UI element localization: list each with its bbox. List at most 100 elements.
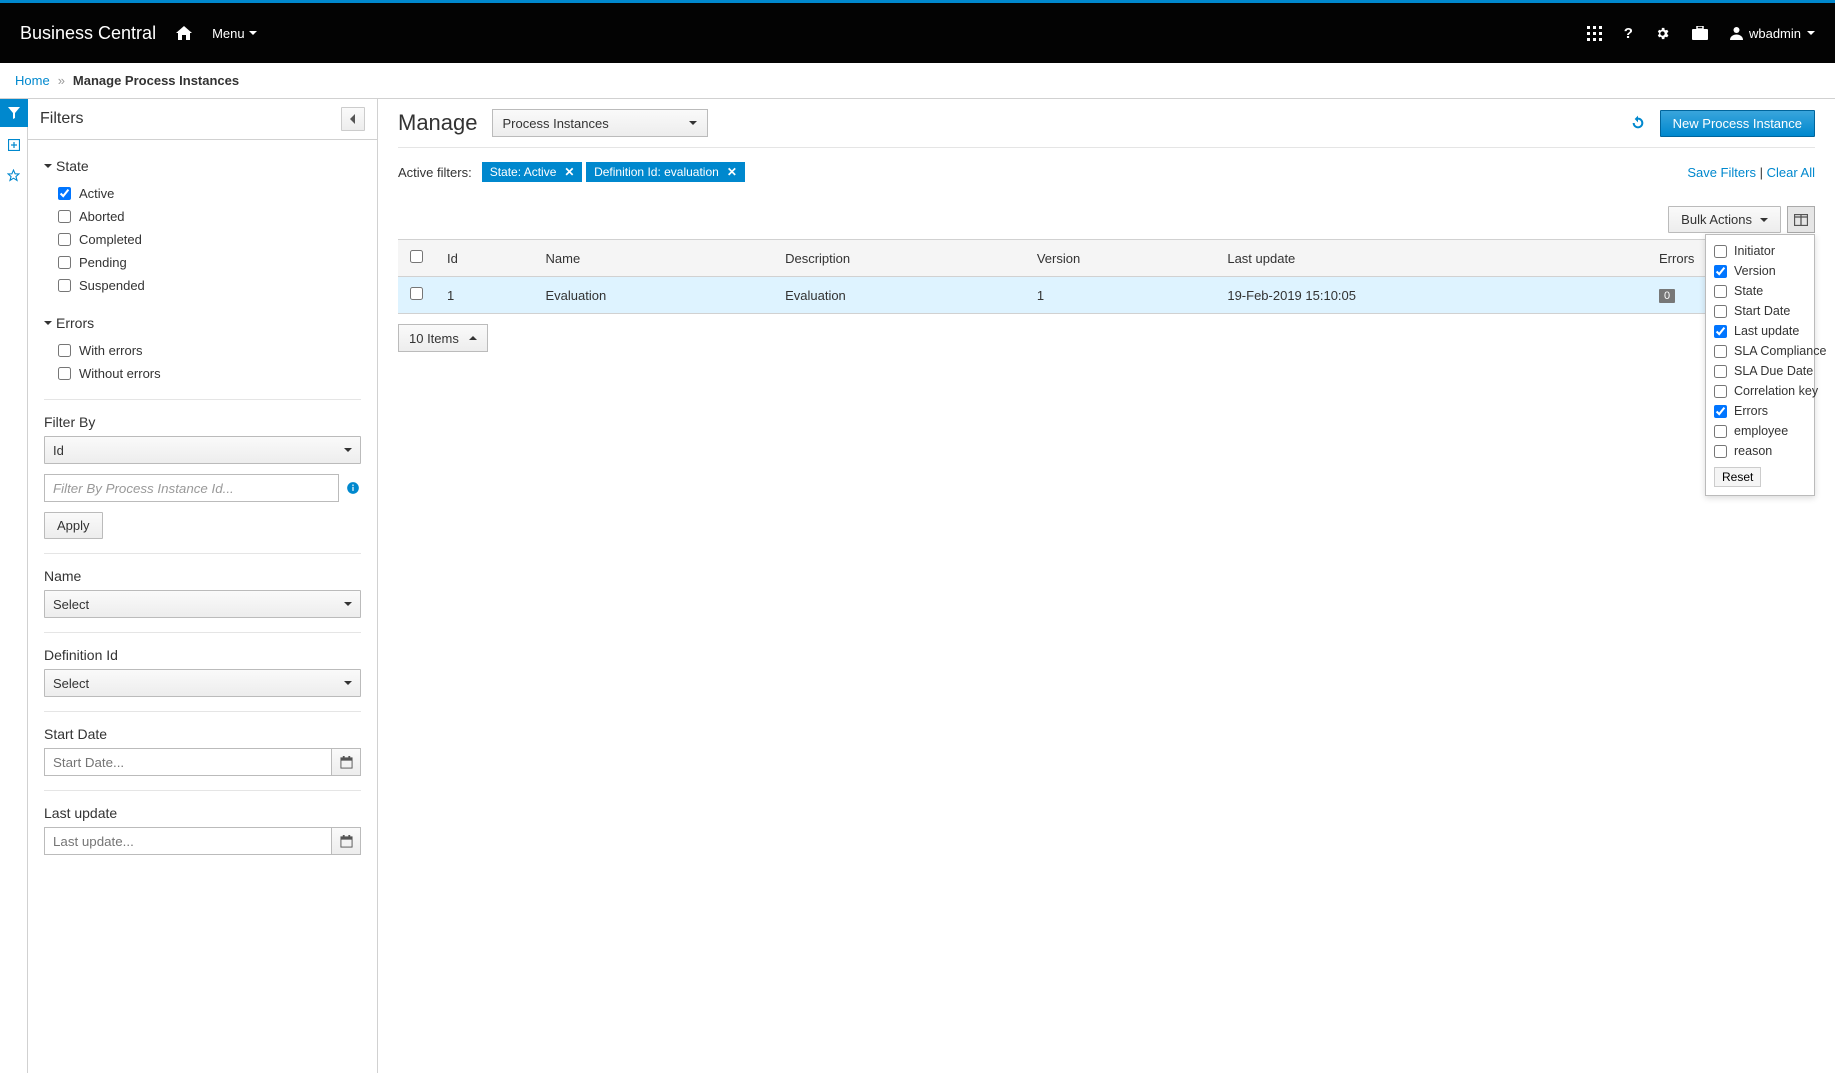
rail-star-icon[interactable] bbox=[0, 161, 28, 189]
last-update-input[interactable] bbox=[44, 827, 331, 855]
definition-section-label: Definition Id bbox=[44, 647, 361, 663]
name-select[interactable]: Select bbox=[44, 590, 361, 618]
page-title: Manage bbox=[398, 110, 478, 136]
briefcase-icon[interactable] bbox=[1692, 26, 1708, 40]
close-icon[interactable]: ✕ bbox=[564, 165, 574, 179]
save-filters-link[interactable]: Save Filters bbox=[1687, 165, 1756, 180]
apps-icon[interactable] bbox=[1587, 26, 1602, 41]
column-option-checkbox[interactable] bbox=[1714, 245, 1727, 258]
row-checkbox[interactable] bbox=[410, 287, 423, 300]
column-option-sla-due-date[interactable]: SLA Due Date bbox=[1714, 361, 1806, 381]
rail-filter-icon[interactable] bbox=[0, 99, 28, 127]
collapse-filters-button[interactable] bbox=[341, 107, 365, 131]
table-row[interactable]: 1EvaluationEvaluation119-Feb-2019 15:10:… bbox=[398, 277, 1815, 314]
column-option-checkbox[interactable] bbox=[1714, 425, 1727, 438]
column-chooser-button[interactable] bbox=[1787, 206, 1815, 233]
chevron-down-icon bbox=[344, 602, 352, 606]
column-option-checkbox[interactable] bbox=[1714, 405, 1727, 418]
breadcrumb-home[interactable]: Home bbox=[15, 73, 50, 88]
errors-option-without-errors-checkbox[interactable] bbox=[58, 367, 71, 380]
column-option-checkbox[interactable] bbox=[1714, 305, 1727, 318]
column-option-correlation-key[interactable]: Correlation key bbox=[1714, 381, 1806, 401]
state-option-active[interactable]: Active bbox=[44, 182, 361, 205]
column-option-start-date[interactable]: Start Date bbox=[1714, 301, 1806, 321]
errors-badge: 0 bbox=[1659, 289, 1675, 303]
column-option-errors[interactable]: Errors bbox=[1714, 401, 1806, 421]
column-option-checkbox[interactable] bbox=[1714, 345, 1727, 358]
state-option-pending[interactable]: Pending bbox=[44, 251, 361, 274]
column-option-label: State bbox=[1734, 284, 1763, 298]
column-option-checkbox[interactable] bbox=[1714, 385, 1727, 398]
reset-columns-button[interactable]: Reset bbox=[1714, 467, 1761, 487]
gear-icon[interactable] bbox=[1655, 26, 1670, 41]
page-size-dropdown[interactable]: 10 Items bbox=[398, 324, 488, 352]
calendar-icon[interactable] bbox=[331, 748, 361, 776]
state-option-suspended-label: Suspended bbox=[79, 278, 145, 293]
content-area: Manage Process Instances New Process Ins… bbox=[378, 99, 1835, 1073]
state-group-header[interactable]: State bbox=[44, 158, 361, 174]
column-option-checkbox[interactable] bbox=[1714, 445, 1727, 458]
user-icon bbox=[1730, 26, 1743, 40]
state-option-active-checkbox[interactable] bbox=[58, 187, 71, 200]
clear-all-link[interactable]: Clear All bbox=[1767, 165, 1815, 180]
column-option-reason[interactable]: reason bbox=[1714, 441, 1806, 461]
errors-option-with-errors-checkbox[interactable] bbox=[58, 344, 71, 357]
col-header-version[interactable]: Version bbox=[1025, 240, 1216, 277]
state-option-aborted-checkbox[interactable] bbox=[58, 210, 71, 223]
start-date-input[interactable] bbox=[44, 748, 331, 776]
state-option-suspended-checkbox[interactable] bbox=[58, 279, 71, 292]
col-header-last-update[interactable]: Last update bbox=[1215, 240, 1647, 277]
definition-select[interactable]: Select bbox=[44, 669, 361, 697]
cell-name: Evaluation bbox=[534, 277, 774, 314]
calendar-icon[interactable] bbox=[331, 827, 361, 855]
chevron-up-icon bbox=[469, 336, 477, 340]
rail-plus-icon[interactable] bbox=[0, 131, 28, 159]
column-option-label: employee bbox=[1734, 424, 1788, 438]
column-option-employee[interactable]: employee bbox=[1714, 421, 1806, 441]
state-label: State bbox=[56, 158, 89, 174]
cell-last_update: 19-Feb-2019 15:10:05 bbox=[1215, 277, 1647, 314]
chevron-left-icon bbox=[349, 114, 357, 124]
column-option-checkbox[interactable] bbox=[1714, 285, 1727, 298]
refresh-icon[interactable] bbox=[1630, 115, 1646, 131]
manage-type-value: Process Instances bbox=[503, 116, 609, 131]
col-header-name[interactable]: Name bbox=[534, 240, 774, 277]
state-option-suspended[interactable]: Suspended bbox=[44, 274, 361, 297]
help-icon[interactable]: ? bbox=[1624, 25, 1633, 42]
errors-group-header[interactable]: Errors bbox=[44, 315, 361, 331]
state-option-completed[interactable]: Completed bbox=[44, 228, 361, 251]
state-option-aborted[interactable]: Aborted bbox=[44, 205, 361, 228]
column-option-version[interactable]: Version bbox=[1714, 261, 1806, 281]
home-icon[interactable] bbox=[176, 26, 192, 40]
column-option-initiator[interactable]: Initiator bbox=[1714, 241, 1806, 261]
col-header-id[interactable]: Id bbox=[435, 240, 534, 277]
apply-button[interactable]: Apply bbox=[44, 512, 103, 539]
new-process-instance-button[interactable]: New Process Instance bbox=[1660, 110, 1815, 137]
errors-option-with-errors[interactable]: With errors bbox=[44, 339, 361, 362]
bulk-actions-dropdown[interactable]: Bulk Actions bbox=[1668, 206, 1781, 233]
chip-text: Definition Id: evaluation bbox=[594, 165, 719, 179]
state-option-completed-checkbox[interactable] bbox=[58, 233, 71, 246]
close-icon[interactable]: ✕ bbox=[727, 165, 737, 179]
column-option-checkbox[interactable] bbox=[1714, 365, 1727, 378]
column-option-state[interactable]: State bbox=[1714, 281, 1806, 301]
definition-selected: Select bbox=[53, 676, 89, 691]
menu-label: Menu bbox=[212, 26, 245, 41]
state-option-pending-checkbox[interactable] bbox=[58, 256, 71, 269]
column-option-checkbox[interactable] bbox=[1714, 265, 1727, 278]
menu-dropdown[interactable]: Menu bbox=[212, 26, 257, 41]
app-header: Business Central Menu ? wbadmin bbox=[0, 3, 1835, 63]
filter-by-selected: Id bbox=[53, 443, 64, 458]
column-option-last-update[interactable]: Last update bbox=[1714, 321, 1806, 341]
column-option-checkbox[interactable] bbox=[1714, 325, 1727, 338]
select-all-checkbox[interactable] bbox=[410, 250, 423, 263]
user-menu[interactable]: wbadmin bbox=[1730, 26, 1815, 41]
filter-by-select[interactable]: Id bbox=[44, 436, 361, 464]
column-option-sla-compliance[interactable]: SLA Compliance bbox=[1714, 341, 1806, 361]
errors-option-without-errors[interactable]: Without errors bbox=[44, 362, 361, 385]
filter-by-input[interactable] bbox=[44, 474, 339, 502]
col-header-description[interactable]: Description bbox=[773, 240, 1025, 277]
column-option-label: Errors bbox=[1734, 404, 1768, 418]
info-icon[interactable] bbox=[345, 480, 361, 496]
manage-type-dropdown[interactable]: Process Instances bbox=[492, 109, 708, 137]
